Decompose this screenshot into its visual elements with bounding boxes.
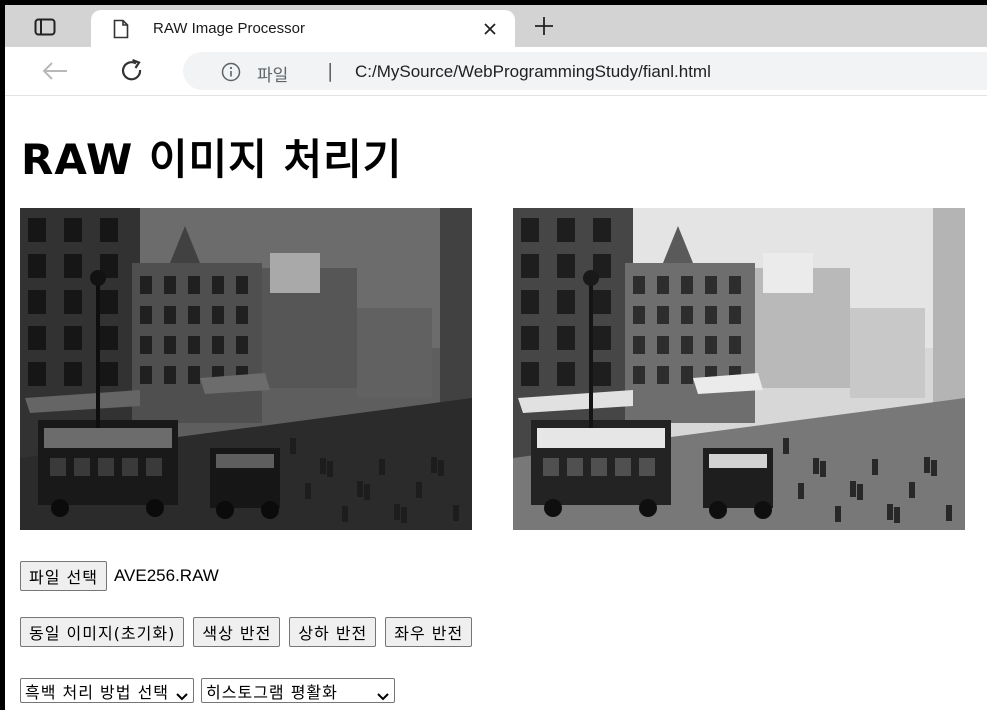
bw-method-select-value: 흑백 처리 방법 선택 bbox=[25, 682, 170, 702]
processed-image-canvas bbox=[513, 208, 965, 530]
select-row: 흑백 처리 방법 선택 히스토그램 평활화 bbox=[20, 678, 395, 703]
chevron-down-icon bbox=[176, 686, 188, 705]
choose-file-button[interactable]: 파일 선택 bbox=[20, 561, 107, 591]
plus-icon[interactable] bbox=[533, 15, 555, 41]
original-image-canvas bbox=[20, 208, 472, 530]
address-separator: | bbox=[327, 60, 334, 82]
flip-vertical-button[interactable]: 상하 반전 bbox=[289, 617, 377, 647]
info-icon[interactable] bbox=[221, 62, 241, 86]
browser-window: RAW Image Processor 파일 | C:/MySource/Web… bbox=[5, 5, 987, 710]
address-bar[interactable]: 파일 | C:/MySource/WebProgrammingStudy/fia… bbox=[183, 52, 987, 90]
histogram-select-value: 히스토그램 평활화 bbox=[206, 682, 338, 702]
bw-method-select[interactable]: 흑백 처리 방법 선택 bbox=[20, 678, 195, 705]
back-arrow-icon[interactable] bbox=[41, 61, 69, 85]
tab-title: RAW Image Processor bbox=[153, 20, 305, 37]
invert-color-button[interactable]: 색상 반전 bbox=[193, 617, 281, 647]
flip-horizontal-button[interactable]: 좌우 반전 bbox=[385, 617, 473, 647]
file-row: 파일 선택 AVE256.RAW bbox=[20, 561, 219, 591]
histogram-select[interactable]: 히스토그램 평활화 bbox=[201, 678, 395, 703]
tab-strip: RAW Image Processor bbox=[5, 5, 987, 47]
page-content: RAW 이미지 처리기 파일 선택 AVE256.RAW 동일 이미지(초기화)… bbox=[5, 96, 987, 710]
address-scheme-label: 파일 bbox=[257, 66, 289, 86]
page-icon bbox=[113, 19, 129, 43]
page-title: RAW 이미지 처리기 bbox=[21, 135, 403, 184]
close-icon[interactable] bbox=[483, 21, 497, 40]
identity-image-button[interactable]: 동일 이미지(초기화) bbox=[20, 617, 185, 647]
browser-tab[interactable]: RAW Image Processor bbox=[91, 10, 515, 47]
address-url[interactable]: C:/MySource/WebProgrammingStudy/fianl.ht… bbox=[355, 62, 711, 82]
refresh-icon[interactable] bbox=[119, 58, 145, 88]
tab-actions-icon[interactable] bbox=[25, 13, 65, 41]
selected-file-name: AVE256.RAW bbox=[113, 566, 219, 585]
address-toolbar: 파일 | C:/MySource/WebProgrammingStudy/fia… bbox=[5, 47, 987, 96]
action-buttons-row: 동일 이미지(초기화) 색상 반전 상하 반전 좌우 반전 bbox=[20, 617, 473, 647]
chevron-down-icon bbox=[377, 686, 389, 705]
